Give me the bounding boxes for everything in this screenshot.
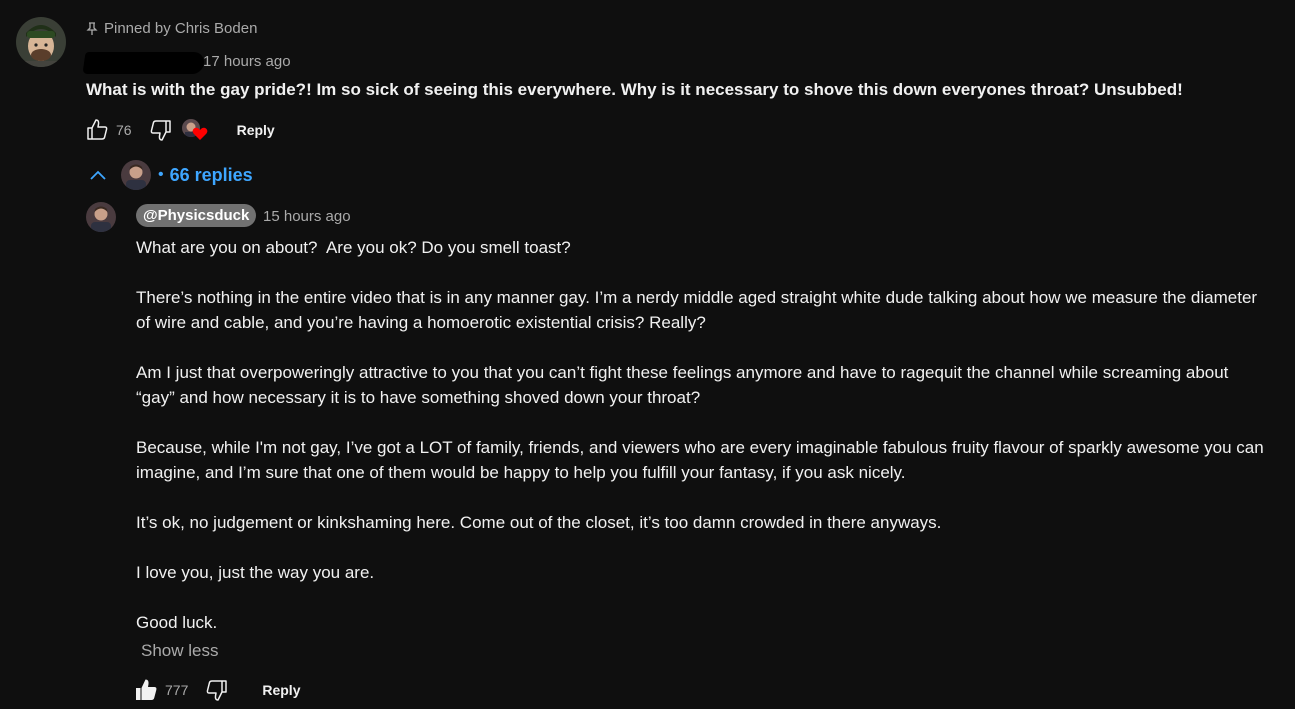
creator-heart-icon — [192, 127, 207, 140]
pinned-text: Pinned by Chris Boden — [104, 20, 258, 37]
redacted-username — [82, 52, 206, 74]
reply-like-button[interactable] — [133, 677, 159, 703]
thumbs-down-icon — [150, 120, 171, 141]
reply-button[interactable]: Reply — [237, 122, 275, 138]
reply-reply-button[interactable]: Reply — [262, 682, 300, 698]
reply-paragraph: There’s nothing in the entire video that… — [136, 288, 1262, 332]
reply-paragraph: It’s ok, no judgement or kinkshaming her… — [136, 513, 942, 532]
creator-heart-badge — [181, 117, 210, 143]
like-button[interactable] — [84, 117, 110, 143]
reply-text: What are you on about? Are you ok? Do yo… — [136, 235, 1271, 635]
reply-action-bar: 777 Reply — [133, 676, 300, 704]
reply-paragraph: Good luck. — [136, 613, 218, 632]
reply-paragraph: I love you, just the way you are. — [136, 563, 375, 582]
reply-paragraph: Because, while I'm not gay, I’ve got a L… — [136, 438, 1269, 482]
comment-action-bar: 76 Reply — [84, 116, 275, 144]
thumbs-up-icon — [87, 119, 108, 140]
reply-like-count: 777 — [165, 682, 189, 698]
reply-author-avatar[interactable] — [86, 202, 116, 232]
chevron-up-icon — [86, 163, 110, 187]
separator-dot: • — [158, 166, 164, 183]
comment-text: What is with the gay pride?! Im so sick … — [86, 80, 1183, 99]
reply-timestamp[interactable]: 15 hours ago — [263, 208, 351, 225]
dislike-button[interactable] — [148, 117, 174, 143]
like-count: 76 — [116, 122, 132, 138]
thumbs-up-filled-icon — [136, 679, 157, 700]
pinned-label: Pinned by Chris Boden — [86, 20, 257, 37]
comment-timestamp[interactable]: 17 hours ago — [203, 53, 291, 70]
reply-paragraph: What are you on about? Are you ok? Do yo… — [136, 238, 571, 257]
creator-reply-avatar — [121, 160, 151, 190]
comment-thread: Pinned by Chris Boden 17 hours ago What … — [0, 0, 1295, 709]
replies-count: 66 replies — [169, 164, 253, 185]
show-less-button[interactable]: Show less — [141, 641, 218, 661]
pin-icon — [86, 21, 98, 36]
reply-dislike-button[interactable] — [204, 677, 230, 703]
commenter-avatar[interactable] — [16, 17, 66, 67]
reply-paragraph: Am I just that overpoweringly attractive… — [136, 363, 1234, 407]
thumbs-down-icon — [207, 680, 228, 701]
reply-author-badge[interactable]: @Physicsduck — [136, 204, 257, 227]
replies-toggle[interactable]: • 66 replies — [86, 159, 253, 191]
